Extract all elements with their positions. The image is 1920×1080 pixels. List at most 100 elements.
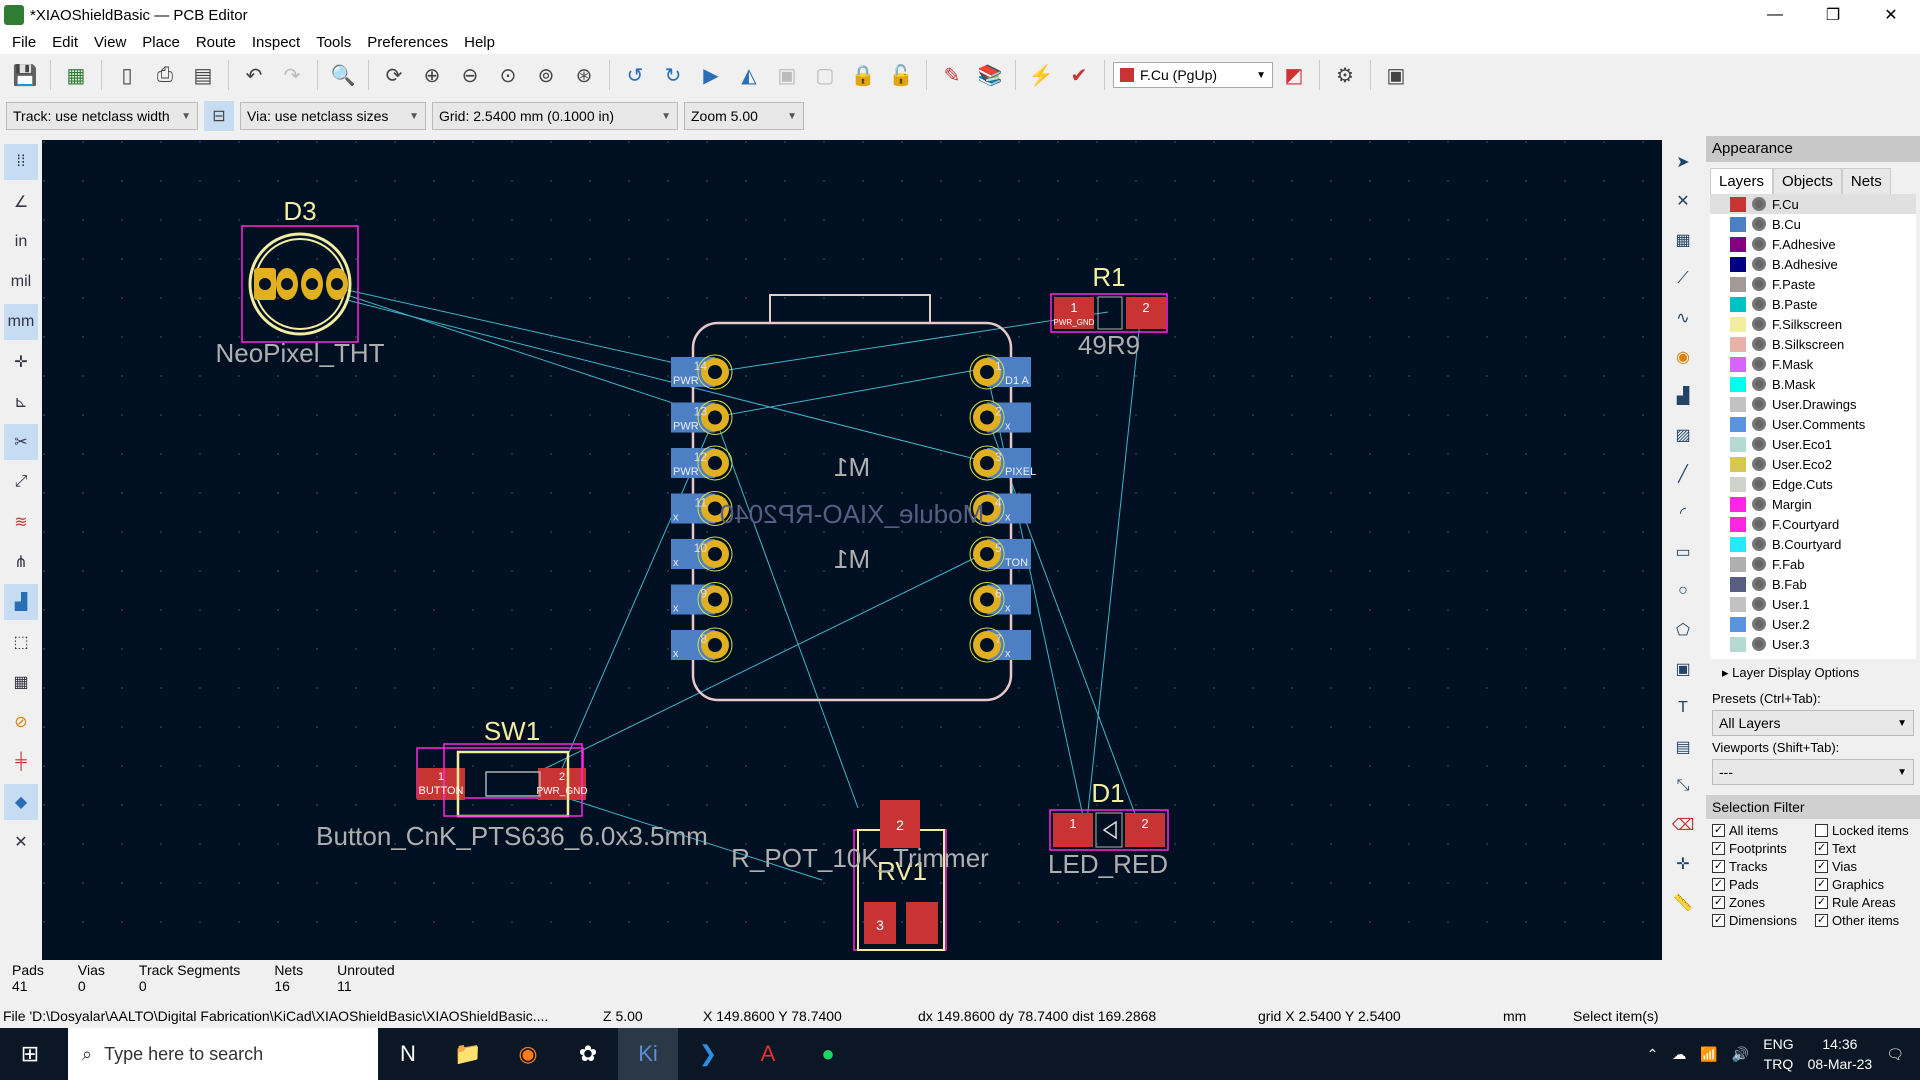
menu-file[interactable]: File [4, 34, 44, 51]
filter-checkbox[interactable]: ✓ Rule Areas [1815, 895, 1914, 910]
ungroup-icon[interactable]: ▢ [808, 58, 842, 92]
angle-snap-icon[interactable]: ⊾ [4, 384, 38, 420]
lock-icon[interactable]: 🔒 [846, 58, 880, 92]
eye-icon[interactable] [1752, 217, 1766, 231]
ratsnest-icon[interactable]: ✂ [4, 424, 38, 460]
layer-row[interactable]: F.Mask [1710, 354, 1916, 374]
checkbox[interactable]: ✓ [1712, 878, 1725, 891]
acrobat-icon[interactable]: A [738, 1028, 798, 1080]
checkbox[interactable]: ✓ [1815, 860, 1828, 873]
eye-icon[interactable] [1752, 577, 1766, 591]
layer-row[interactable]: User.3 [1710, 634, 1916, 654]
eye-icon[interactable] [1752, 457, 1766, 471]
filter-checkbox[interactable]: ✓ Dimensions [1712, 913, 1811, 928]
print-icon[interactable]: ⎙ [148, 58, 182, 92]
polar-coords-icon[interactable]: ∠ [4, 184, 38, 220]
route-tracks-icon[interactable]: ⚡ [1024, 58, 1058, 92]
layer-row[interactable]: F.Adhesive [1710, 234, 1916, 254]
draw-polygon-icon[interactable]: ⬠ [1666, 612, 1700, 648]
vscode-icon[interactable]: ❯ [678, 1028, 738, 1080]
layers-manager-icon[interactable]: ◆ [4, 784, 38, 820]
eye-icon[interactable] [1752, 197, 1766, 211]
maximize-button[interactable]: ❐ [1804, 0, 1862, 30]
layer-row[interactable]: F.Courtyard [1710, 514, 1916, 534]
local-ratsnest-icon[interactable]: ✕ [1666, 183, 1700, 219]
layer-display-options[interactable]: ▸ Layer Display Options [1706, 659, 1920, 687]
tab-objects[interactable]: Objects [1773, 168, 1842, 194]
checkbox[interactable]: ✓ [1712, 842, 1725, 855]
board-setup-icon[interactable]: ▦ [59, 58, 93, 92]
spotify-icon[interactable]: ● [798, 1028, 858, 1080]
measure-icon[interactable]: 📏 [1666, 885, 1700, 921]
layer-color-swatch[interactable] [1730, 556, 1746, 572]
zone-fill-icon[interactable]: ▟ [4, 584, 38, 620]
eye-icon[interactable] [1752, 317, 1766, 331]
via-size-select[interactable]: Via: use netclass sizes ▼ [240, 102, 426, 130]
layer-row[interactable]: User.Eco1 [1710, 434, 1916, 454]
find-icon[interactable]: 🔍 [326, 58, 360, 92]
add-text-icon[interactable]: T [1666, 690, 1700, 726]
auto-track-width-icon[interactable]: ⊟ [204, 101, 234, 131]
rotate-cw-icon[interactable]: ↻ [656, 58, 690, 92]
layer-color-swatch[interactable] [1730, 476, 1746, 492]
checkbox[interactable]: ✓ [1712, 914, 1725, 927]
footprint-editor-icon[interactable]: ▦ [4, 664, 38, 700]
footprint-library-icon[interactable]: 📚 [973, 58, 1007, 92]
viewports-select[interactable]: --- ▼ [1712, 759, 1914, 785]
filter-checkbox[interactable]: ✓ Other items [1815, 913, 1914, 928]
eye-icon[interactable] [1752, 377, 1766, 391]
layer-color-swatch[interactable] [1730, 256, 1746, 272]
grid-select[interactable]: Grid: 2.5400 mm (0.1000 in) ▼ [432, 102, 678, 130]
filter-checkbox[interactable]: ✓ Zones [1712, 895, 1811, 910]
track-width-select[interactable]: Track: use netclass width ▼ [6, 102, 198, 130]
add-via-icon[interactable]: ◉ [1666, 339, 1700, 375]
kicad-icon[interactable]: Ki [618, 1028, 678, 1080]
tray-chevron-icon[interactable]: ⌃ [1647, 1046, 1659, 1063]
volume-icon[interactable]: 🔊 [1732, 1046, 1749, 1063]
notifications-icon[interactable]: 🗨 [1886, 1046, 1904, 1063]
refresh-icon[interactable]: ⟳ [377, 58, 411, 92]
layer-color-swatch[interactable] [1730, 276, 1746, 292]
checkbox[interactable]: ✓ [1815, 878, 1828, 891]
undo-icon[interactable]: ↶ [237, 58, 271, 92]
flip-icon[interactable]: ▶ [694, 58, 728, 92]
checkbox[interactable]: ✓ [1815, 914, 1828, 927]
checkbox[interactable]: ✓ [1815, 842, 1828, 855]
add-footprint-icon[interactable]: ▦ [1666, 222, 1700, 258]
update-pcb-from-schematic-icon[interactable]: ✎ [935, 58, 969, 92]
eye-icon[interactable] [1752, 617, 1766, 631]
layer-color-swatch[interactable] [1730, 576, 1746, 592]
layer-color-swatch[interactable] [1730, 236, 1746, 252]
checkbox[interactable] [1815, 824, 1828, 837]
add-image-icon[interactable]: ▣ [1666, 651, 1700, 687]
layer-color-swatch[interactable] [1730, 436, 1746, 452]
menu-preferences[interactable]: Preferences [359, 34, 456, 51]
eye-icon[interactable] [1752, 257, 1766, 271]
firefox-icon[interactable]: ◉ [498, 1028, 558, 1080]
tab-nets[interactable]: Nets [1841, 168, 1891, 194]
eye-icon[interactable] [1752, 357, 1766, 371]
via-outline-icon[interactable]: ╪ [4, 744, 38, 780]
onedrive-icon[interactable]: ☁ [1672, 1046, 1686, 1063]
eye-icon[interactable] [1752, 297, 1766, 311]
file-explorer-icon[interactable]: 📁 [438, 1028, 498, 1080]
layer-row[interactable]: B.Fab [1710, 574, 1916, 594]
eye-icon[interactable] [1752, 477, 1766, 491]
menu-route[interactable]: Route [188, 34, 244, 51]
layer-row[interactable]: F.Silkscreen [1710, 314, 1916, 334]
layer-row[interactable]: F.Fab [1710, 554, 1916, 574]
draw-circle-icon[interactable]: ○ [1666, 573, 1700, 609]
rule-area-icon[interactable]: ▨ [1666, 417, 1700, 453]
net-color-icon[interactable]: ≋ [4, 504, 38, 540]
notion-icon[interactable]: N [378, 1028, 438, 1080]
delete-icon[interactable]: ⌫ [1666, 807, 1700, 843]
layer-row[interactable]: B.Mask [1710, 374, 1916, 394]
checkbox[interactable]: ✓ [1712, 896, 1725, 909]
start-button[interactable]: ⊞ [0, 1028, 60, 1080]
layer-list[interactable]: F.Cu B.Cu F.Adhesive B.Adhesive F.Paste B.Pas… [1710, 194, 1916, 659]
zoom-selection-icon[interactable]: ⊛ [567, 58, 601, 92]
console-icon[interactable]: ▣ [1379, 58, 1413, 92]
layer-row[interactable]: F.Paste [1710, 274, 1916, 294]
unlock-icon[interactable]: 🔓 [884, 58, 918, 92]
taskbar-search[interactable]: ⌕ Type here to search [68, 1028, 378, 1080]
